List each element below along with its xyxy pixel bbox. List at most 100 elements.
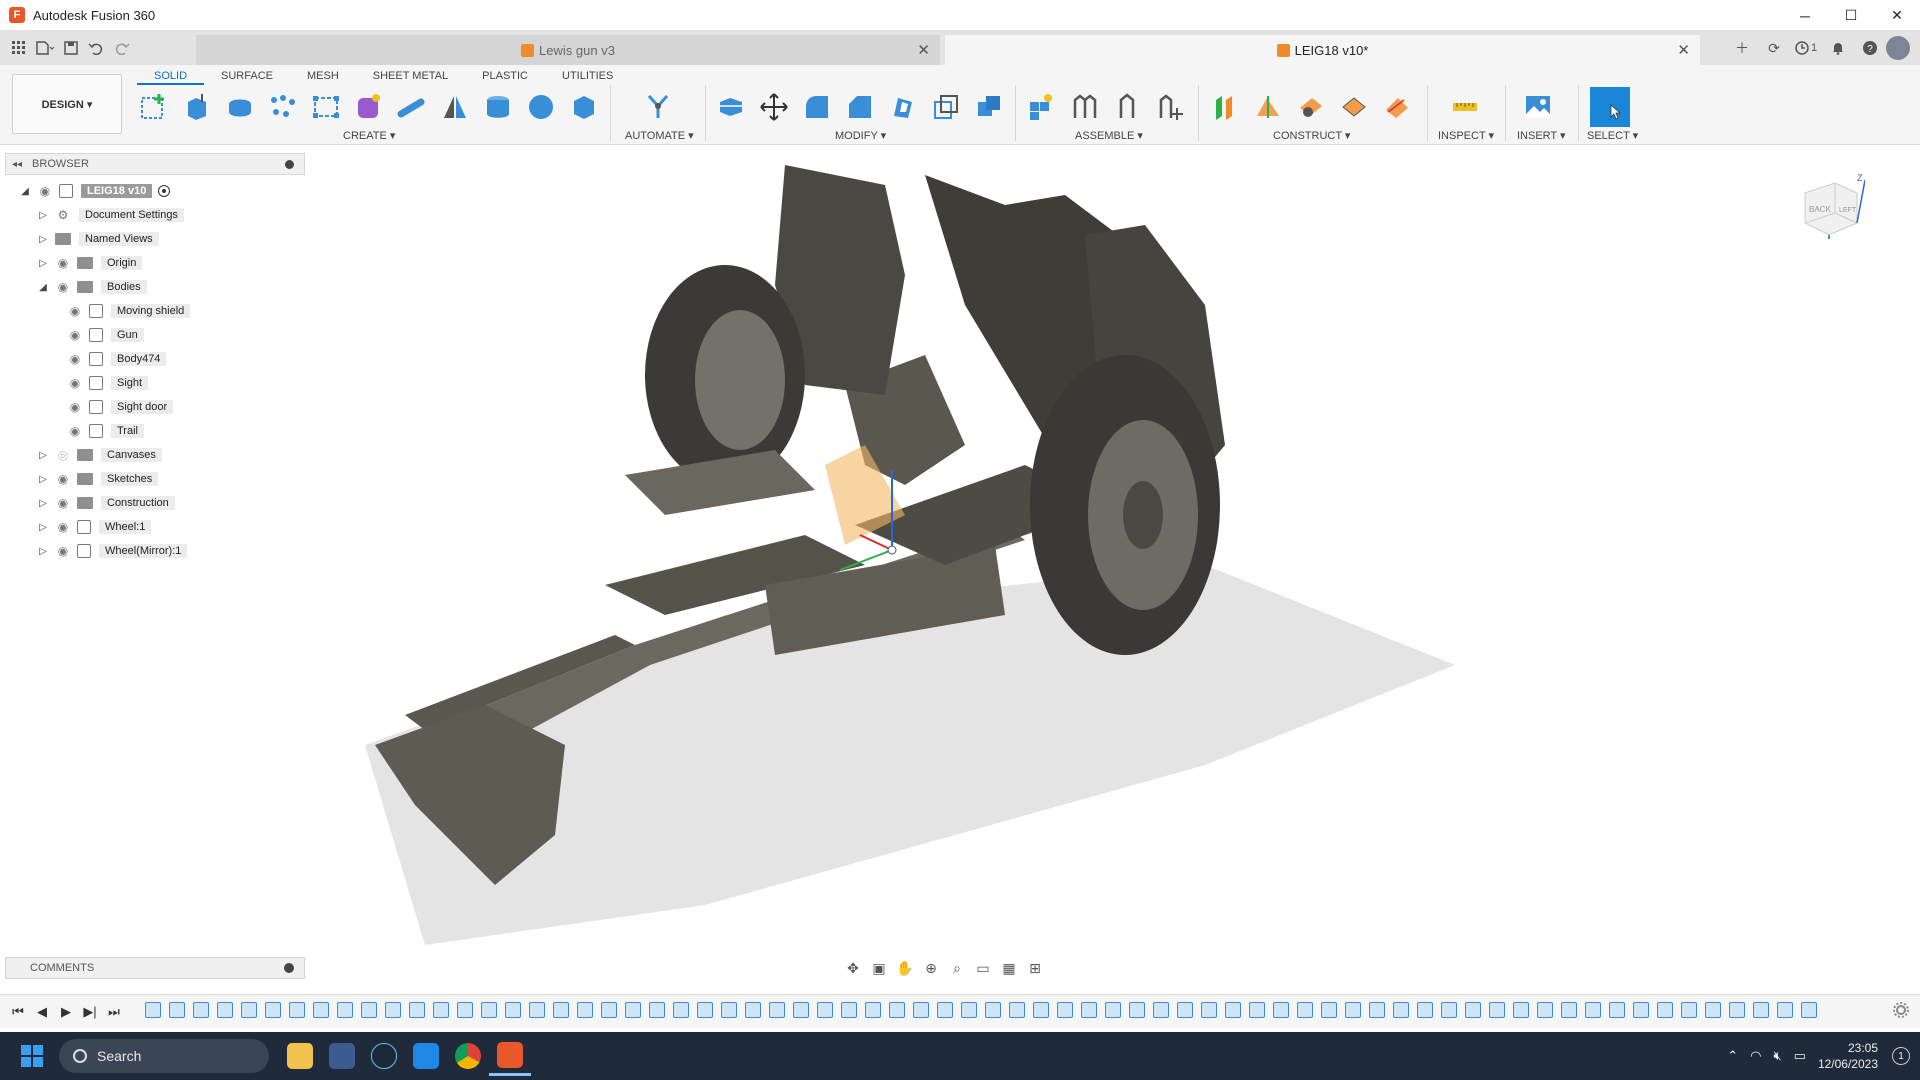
- create-group-label[interactable]: CREATE ▾: [343, 129, 395, 142]
- timeline-feature-icon[interactable]: [817, 1002, 833, 1018]
- timeline-settings-gear-icon[interactable]: [1892, 1001, 1910, 1022]
- timeline-feature-icon[interactable]: [457, 1002, 473, 1018]
- timeline-feature-icon[interactable]: [1105, 1002, 1121, 1018]
- orbit-icon[interactable]: ✥: [840, 957, 866, 979]
- volume-muted-icon[interactable]: 🔇︎: [1773, 1048, 1781, 1064]
- tree-item-named-views[interactable]: ▷ Named Views: [37, 229, 159, 249]
- grid-settings-icon[interactable]: ▦: [996, 957, 1022, 979]
- measure-icon[interactable]: [1447, 89, 1483, 125]
- automate-group-label[interactable]: AUTOMATE ▾: [625, 129, 694, 142]
- timeline-feature-icon[interactable]: [553, 1002, 569, 1018]
- expand-triangle-icon[interactable]: ▷: [37, 449, 49, 461]
- browser-pin-icon[interactable]: [285, 160, 294, 169]
- look-at-icon[interactable]: ▣: [866, 957, 892, 979]
- timeline-feature-icon[interactable]: [985, 1002, 1001, 1018]
- timeline-feature-icon[interactable]: [1081, 1002, 1097, 1018]
- tab-plastic[interactable]: PLASTIC: [465, 67, 545, 85]
- display-settings-icon[interactable]: ▭: [970, 957, 996, 979]
- tree-item-origin[interactable]: ▷ ◉ Origin: [37, 253, 143, 273]
- timeline-feature-icon[interactable]: [673, 1002, 689, 1018]
- timeline-feature-icon[interactable]: [1033, 1002, 1049, 1018]
- visibility-eye-icon[interactable]: ◉: [55, 256, 71, 270]
- extensions-icon[interactable]: ⟳: [1758, 31, 1790, 65]
- tree-item-body-sight-door[interactable]: ◉ Sight door: [61, 397, 174, 417]
- timeline-feature-icon[interactable]: [337, 1002, 353, 1018]
- combine-icon[interactable]: [971, 89, 1007, 125]
- timeline-feature-icon[interactable]: [1129, 1002, 1145, 1018]
- tree-item-canvases[interactable]: ▷ ◎ Canvases: [37, 445, 162, 465]
- timeline-feature-icon[interactable]: [217, 1002, 233, 1018]
- undo-icon[interactable]: [84, 35, 110, 61]
- timeline-feature-icon[interactable]: [145, 1002, 161, 1018]
- timeline-feature-icon[interactable]: [1321, 1002, 1337, 1018]
- timeline-feature-icon[interactable]: [1297, 1002, 1313, 1018]
- timeline-feature-icon[interactable]: [409, 1002, 425, 1018]
- create-sketch-icon[interactable]: [136, 89, 172, 125]
- select-group-label[interactable]: SELECT ▾: [1587, 129, 1638, 142]
- insert-group-label[interactable]: INSERT ▾: [1517, 129, 1566, 142]
- tree-item-bodies[interactable]: ◢ ◉ Bodies: [37, 277, 147, 297]
- timeline-feature-icon[interactable]: [505, 1002, 521, 1018]
- timeline-feature-icon[interactable]: [1249, 1002, 1265, 1018]
- timeline-next-icon[interactable]: ▶|: [78, 1000, 102, 1024]
- timeline-feature-icon[interactable]: [265, 1002, 281, 1018]
- minimize-button[interactable]: ─: [1782, 0, 1828, 31]
- expand-triangle-icon[interactable]: ▷: [37, 233, 49, 245]
- timeline-feature-icon[interactable]: [1201, 1002, 1217, 1018]
- timeline-feature-icon[interactable]: [1177, 1002, 1193, 1018]
- collapse-triangle-icon[interactable]: ◢: [37, 281, 49, 293]
- joint-icon[interactable]: [1066, 89, 1102, 125]
- workspace-switcher-button[interactable]: DESIGN ▾: [12, 74, 122, 134]
- timeline-feature-icon[interactable]: [745, 1002, 761, 1018]
- new-tab-icon[interactable]: ＋: [1726, 31, 1758, 65]
- expand-triangle-icon[interactable]: ▷: [37, 521, 49, 533]
- 3d-viewport[interactable]: BACK LEFT Z: [305, 145, 1920, 985]
- timeline-feature-icon[interactable]: [1153, 1002, 1169, 1018]
- midplane-icon[interactable]: [1336, 89, 1372, 125]
- expand-triangle-icon[interactable]: ▷: [37, 497, 49, 509]
- plane-at-angle-icon[interactable]: [1250, 89, 1286, 125]
- new-component-icon[interactable]: [1023, 89, 1059, 125]
- pipe-icon[interactable]: [394, 89, 430, 125]
- timeline-feature-icon[interactable]: [937, 1002, 953, 1018]
- timeline-feature-icon[interactable]: [1489, 1002, 1505, 1018]
- timeline-feature-icon[interactable]: [433, 1002, 449, 1018]
- timeline-feature-icon[interactable]: [1057, 1002, 1073, 1018]
- tab-close-icon[interactable]: ✕: [917, 41, 930, 59]
- taskbar-search-input[interactable]: Search: [59, 1039, 269, 1073]
- steam-icon[interactable]: [363, 1036, 405, 1076]
- sweep-icon[interactable]: [265, 89, 301, 125]
- select-tool-icon[interactable]: [1590, 87, 1630, 127]
- timeline-feature-icon[interactable]: [577, 1002, 593, 1018]
- timeline-feature-icon[interactable]: [1225, 1002, 1241, 1018]
- tree-root[interactable]: ◢ ◉ LEIG18 v10: [19, 181, 171, 201]
- revolve-icon[interactable]: [222, 89, 258, 125]
- timeline-feature-icon[interactable]: [1585, 1002, 1601, 1018]
- add-comment-icon[interactable]: [284, 963, 294, 973]
- gun-carriage-model[interactable]: [305, 145, 1920, 985]
- plane-through-points-icon[interactable]: [1379, 89, 1415, 125]
- offset-plane-icon[interactable]: [1207, 89, 1243, 125]
- visibility-eye-icon[interactable]: ◉: [67, 328, 83, 342]
- expand-triangle-icon[interactable]: ▷: [37, 473, 49, 485]
- assemble-group-label[interactable]: ASSEMBLE ▾: [1075, 129, 1143, 142]
- file-menu-icon[interactable]: [32, 35, 58, 61]
- pan-hand-icon[interactable]: ✋: [892, 957, 918, 979]
- timeline-feature-icon[interactable]: [1609, 1002, 1625, 1018]
- tree-item-body-trail[interactable]: ◉ Trail: [61, 421, 144, 441]
- timeline-feature-icon[interactable]: [961, 1002, 977, 1018]
- move-copy-icon[interactable]: [756, 89, 792, 125]
- visibility-eye-icon[interactable]: ◉: [55, 280, 71, 294]
- tree-item-wheel-1[interactable]: ▷ ◉ Wheel:1: [37, 517, 152, 537]
- save-icon[interactable]: [58, 35, 84, 61]
- timeline-feature-icon[interactable]: [241, 1002, 257, 1018]
- app-blue-icon[interactable]: [405, 1036, 447, 1076]
- visibility-eye-icon[interactable]: ◉: [67, 376, 83, 390]
- expand-triangle-icon[interactable]: ▷: [37, 257, 49, 269]
- joint-origin-icon[interactable]: [1152, 89, 1188, 125]
- tangent-plane-icon[interactable]: [1293, 89, 1329, 125]
- timeline-feature-icon[interactable]: [1537, 1002, 1553, 1018]
- collapse-panel-icon[interactable]: ◂◂: [12, 159, 22, 170]
- timeline-feature-icon[interactable]: [889, 1002, 905, 1018]
- tab-close-icon[interactable]: ✕: [1677, 41, 1690, 59]
